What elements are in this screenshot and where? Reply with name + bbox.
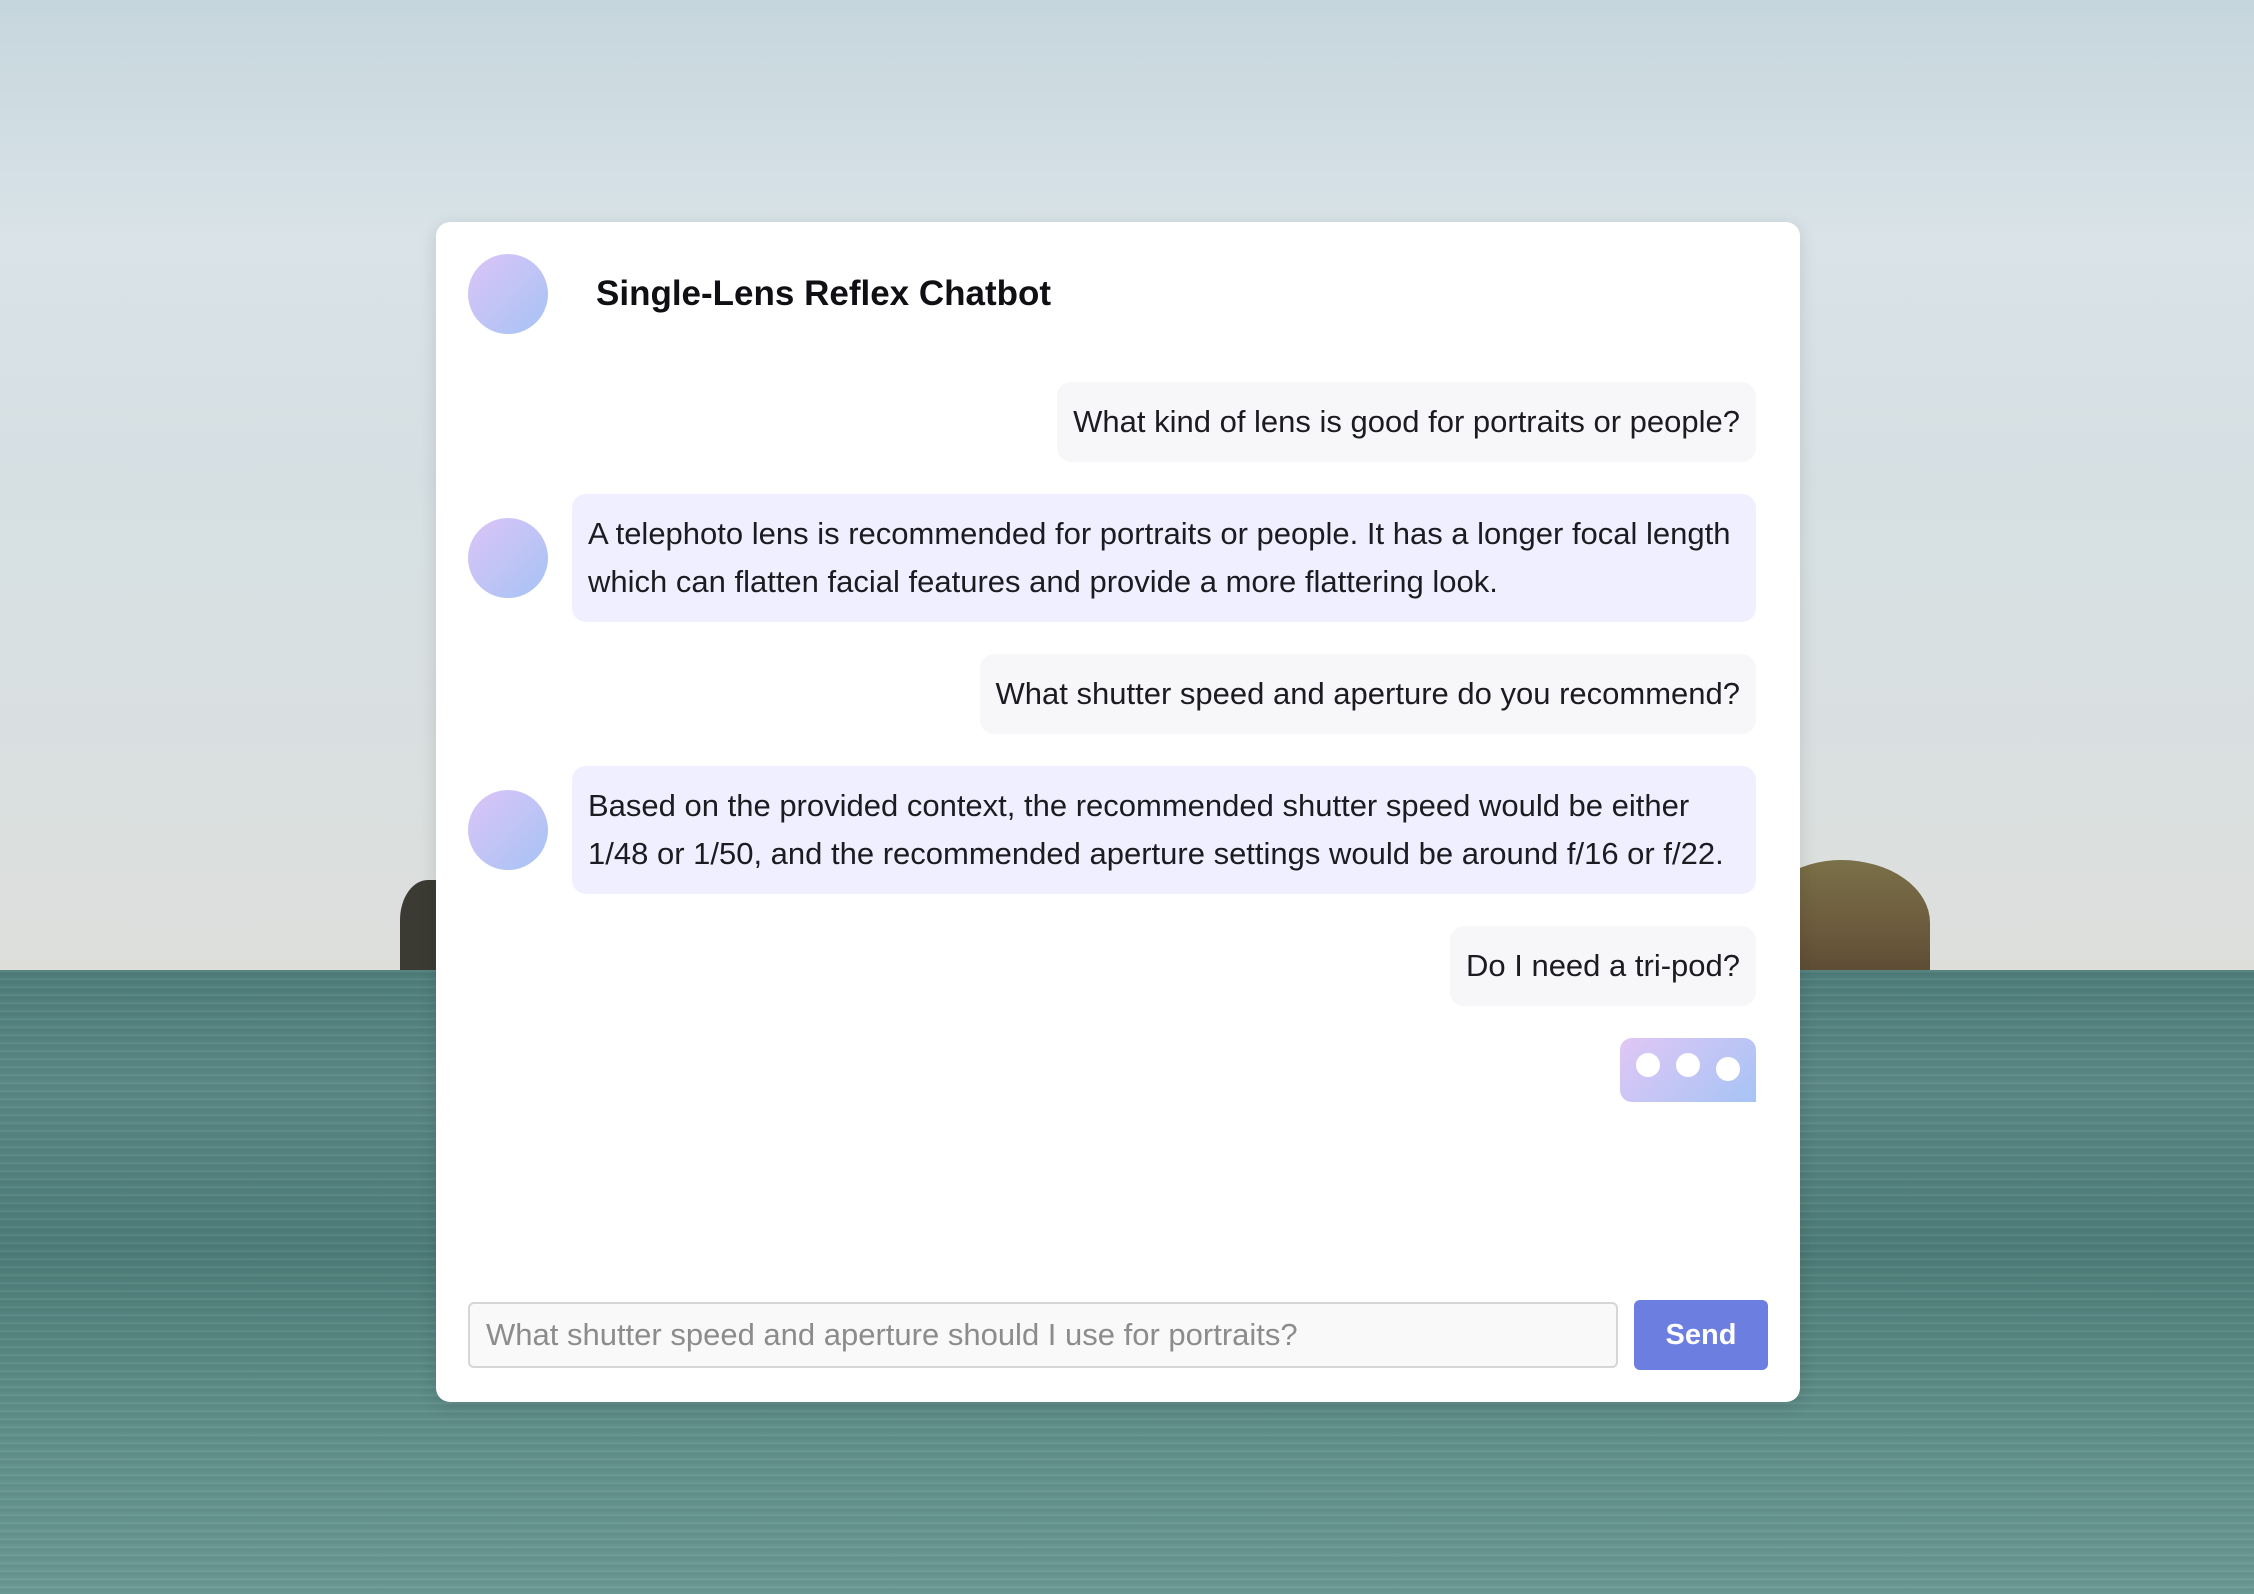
message-input[interactable]: [468, 1302, 1618, 1368]
bot-avatar: [468, 254, 548, 334]
bot-avatar: [468, 518, 548, 598]
typing-indicator: [468, 1038, 1756, 1102]
bot-message-text: A telephoto lens is recommended for port…: [588, 516, 1731, 599]
user-message-bubble: What shutter speed and aperture do you r…: [979, 654, 1756, 734]
typing-bubble: [1620, 1038, 1756, 1102]
send-button[interactable]: Send: [1634, 1300, 1768, 1370]
typing-dot: [1676, 1053, 1700, 1077]
bot-message: A telephoto lens is recommended for port…: [468, 494, 1756, 622]
user-message-text: What shutter speed and aperture do you r…: [995, 676, 1740, 711]
typing-dot: [1636, 1053, 1660, 1077]
composer: Send: [468, 1300, 1768, 1370]
chat-title: Single-Lens Reflex Chatbot: [596, 274, 1052, 313]
bot-message-bubble: Based on the provided context, the recom…: [572, 766, 1756, 894]
user-message-bubble: What kind of lens is good for portraits …: [1057, 382, 1756, 462]
user-message: What kind of lens is good for portraits …: [468, 382, 1756, 462]
user-message-text: Do I need a tri-pod?: [1465, 948, 1740, 983]
user-message: What shutter speed and aperture do you r…: [468, 654, 1756, 734]
message-list: What kind of lens is good for portraits …: [468, 382, 1756, 1102]
user-message: Do I need a tri-pod?: [468, 926, 1756, 1006]
chat-header: Single-Lens Reflex Chatbot: [468, 254, 1051, 334]
typing-dot: [1716, 1057, 1740, 1081]
bot-message-text: Based on the provided context, the recom…: [588, 788, 1724, 871]
user-message-bubble: Do I need a tri-pod?: [1449, 926, 1756, 1006]
background-scene: Single-Lens Reflex Chatbot What kind of …: [0, 0, 2254, 1594]
bot-message-bubble: A telephoto lens is recommended for port…: [572, 494, 1756, 622]
bot-message: Based on the provided context, the recom…: [468, 766, 1756, 894]
bot-avatar: [468, 790, 548, 870]
user-message-text: What kind of lens is good for portraits …: [1073, 404, 1740, 439]
chat-window: Single-Lens Reflex Chatbot What kind of …: [436, 222, 1800, 1402]
